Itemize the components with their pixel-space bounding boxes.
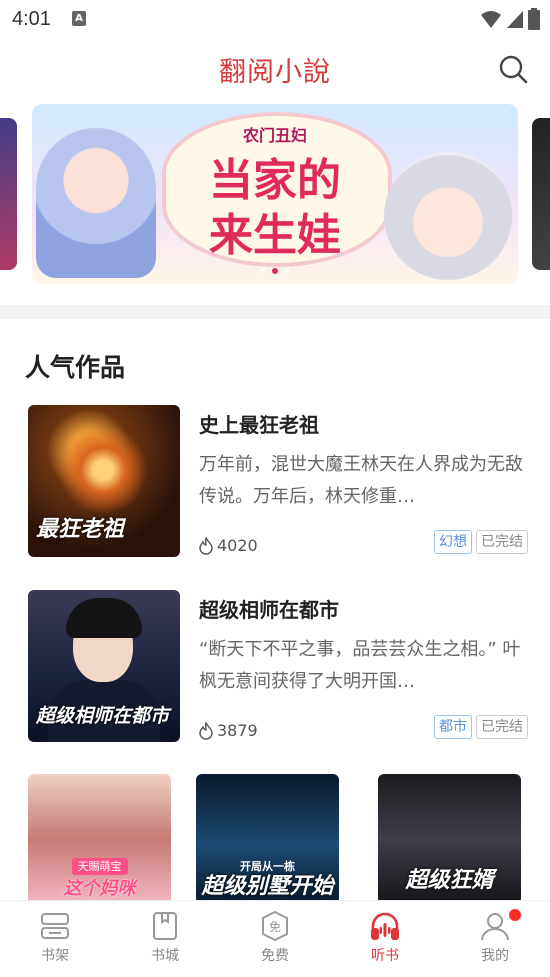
nav-audiobook[interactable]: 听书: [345, 909, 425, 965]
status-tag: 已完结: [476, 530, 528, 554]
nav-label: 书城: [151, 948, 179, 964]
nav-bookshelf[interactable]: 书架: [15, 909, 95, 965]
status-tag: 已完结: [476, 715, 528, 739]
status-time: 4:01: [12, 8, 51, 30]
banner-next-slide[interactable]: [532, 118, 550, 270]
nav-profile[interactable]: 我的: [455, 909, 535, 965]
book-grid: 天賜萌宝 这个妈咪 开局从一栋 超级别墅开始 超级狂婿: [28, 774, 528, 904]
book-tags: 都市 已完结: [434, 715, 528, 739]
cover-art: [58, 425, 148, 515]
wifi-icon: [481, 11, 501, 28]
book-description: 万年前，混世大魔王林天在人界成为无敌传说。万年后，林天修重…: [199, 454, 523, 507]
cover-art-hair: [66, 598, 142, 638]
banner-pagination: [32, 268, 518, 274]
book-description: “断天下不平之事，品芸芸众生之相。” 叶枫无意间获得了大明开国…: [199, 639, 521, 692]
section-divider: [0, 305, 550, 319]
cover-title: 超级狂婿: [405, 868, 494, 893]
signal-icon: [507, 11, 523, 28]
flame-icon: [199, 721, 213, 740]
book-tags: 幻想 已完结: [434, 530, 528, 554]
status-bar: 4:01 A: [0, 0, 550, 40]
flame-icon: [199, 536, 213, 555]
headphones-icon: [371, 912, 399, 940]
book-list-item[interactable]: 最狂老祖 史上最狂老祖 万年前，混世大魔王林天在人界成为无敌传说。万年后，林天修…: [28, 405, 528, 557]
nav-label: 免费: [261, 948, 289, 964]
svg-text:免: 免: [269, 919, 281, 934]
cover-title: 超级别墅开始: [201, 874, 334, 899]
user-icon: [481, 913, 509, 941]
book-heat: 4020: [199, 536, 258, 555]
book-heat: 3879: [199, 721, 258, 740]
section-title: 人气作品: [25, 353, 126, 382]
bookshelf-icon: [41, 913, 69, 939]
cover-badge-text: 天賜萌宝: [71, 858, 128, 875]
bookstore-icon: [153, 912, 177, 940]
notification-badge: [509, 909, 521, 921]
status-icons: [480, 8, 540, 30]
battery-icon: [528, 8, 540, 30]
cover-title: 最狂老祖: [36, 516, 125, 542]
book-list-item[interactable]: 超级相师在都市 超级相师在都市 “断天下不平之事，品芸芸众生之相。” 叶枫无意间…: [28, 590, 528, 742]
app-header: 翻阅小說: [0, 40, 550, 100]
search-icon[interactable]: [498, 54, 528, 84]
grid-book-cover[interactable]: 开局从一栋 超级别墅开始: [196, 774, 339, 904]
grid-book-cover[interactable]: 超级狂婿: [378, 774, 521, 904]
banner-dot[interactable]: [284, 268, 290, 274]
book-title[interactable]: 超级相师在都市: [199, 594, 339, 623]
nav-label: 听书: [371, 948, 399, 964]
bottom-nav: 书架 书城 免 免费 听书 我的: [0, 900, 550, 977]
heat-count: 3879: [217, 721, 258, 740]
heat-count: 4020: [217, 536, 258, 555]
book-cover[interactable]: 最狂老祖: [28, 405, 180, 557]
banner-subtitle: 农门丑妇: [242, 126, 307, 145]
banner-prev-slide[interactable]: [0, 118, 17, 270]
grid-book-cover[interactable]: 天賜萌宝 这个妈咪: [28, 774, 171, 904]
banner-character-cat: [384, 152, 512, 280]
banner-slide[interactable]: 农门丑妇 当家的 来生娃: [32, 104, 518, 284]
nav-free[interactable]: 免 免费: [235, 909, 315, 965]
cover-badge: 天賜萌宝: [28, 855, 171, 875]
book-title[interactable]: 史上最狂老祖: [199, 409, 319, 438]
book-cover[interactable]: 超级相师在都市: [28, 590, 180, 742]
cover-title: 超级相师在都市: [36, 705, 170, 727]
banner-dot[interactable]: [260, 268, 266, 274]
nav-label: 我的: [481, 948, 509, 964]
genre-tag: 幻想: [434, 530, 472, 554]
banner-carousel[interactable]: 农门丑妇 当家的 来生娃: [0, 104, 550, 284]
genre-tag: 都市: [434, 715, 472, 739]
free-icon: 免: [262, 911, 288, 941]
nav-bookstore[interactable]: 书城: [125, 909, 205, 965]
cover-title: 这个妈咪: [63, 878, 136, 899]
nav-label: 书架: [41, 948, 69, 964]
banner-dot-active[interactable]: [272, 268, 278, 274]
notification-icon: A: [72, 11, 86, 26]
app-title: 翻阅小說: [219, 57, 331, 88]
